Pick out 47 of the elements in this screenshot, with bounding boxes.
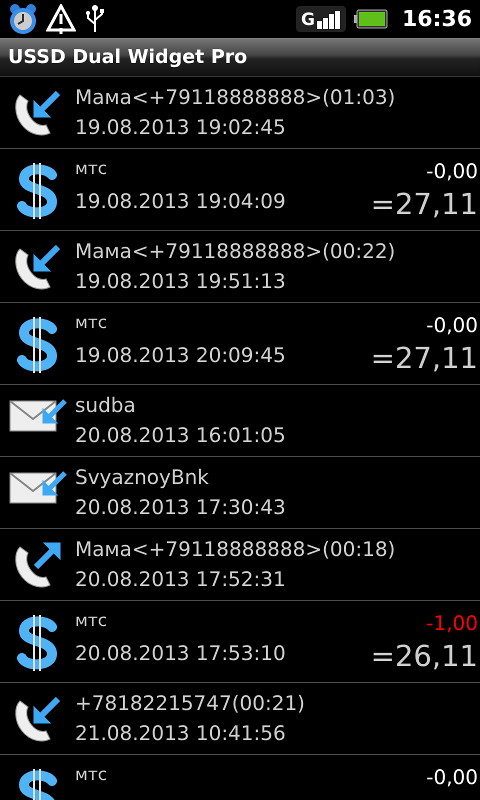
log-entry[interactable]: SvyaznoyBnk 20.08.2013 17:30:43 (0, 457, 480, 529)
battery-icon (354, 9, 388, 29)
balance-total: =27,11 (370, 187, 478, 221)
log-entry[interactable]: мтс 19.08.2013 20:09:45 -0,00 =27,11 (0, 303, 480, 385)
app-title: USSD Dual Widget Pro (8, 46, 248, 68)
entry-title: мтс (75, 313, 108, 333)
entry-title: мтс (75, 611, 108, 631)
entry-date: 20.08.2013 17:52:31 (75, 567, 287, 591)
balance-change: -0,00 (426, 159, 478, 183)
entry-date: 20.08.2013 17:53:10 (75, 641, 287, 665)
log-entry[interactable]: Мама<+79118888888>(01:03) 19.08.2013 19:02:45 (0, 77, 480, 149)
entry-title: Мама<+79118888888>(01:03) (75, 85, 396, 109)
entry-title: мтс (75, 159, 108, 179)
entry-date: 19.08.2013 19:51:13 (75, 269, 287, 293)
log-entry[interactable]: Мама<+79118888888>(00:18) 20.08.2013 17:52:31 (0, 529, 480, 601)
entry-date: 19.08.2013 19:04:09 (75, 189, 287, 213)
entry-title: Мама<+79118888888>(00:18) (75, 537, 396, 561)
entry-date: 19.08.2013 19:02:45 (75, 115, 287, 139)
entry-date: 21.08.2013 10:41:56 (75, 721, 287, 745)
log-entry[interactable]: мтс 20.08.2013 17:53:10 -1,00 =26,11 (0, 601, 480, 683)
log-entry[interactable]: мтс -0,00 (0, 755, 480, 800)
entry-title: +78182215747(00:21) (75, 691, 306, 715)
log-entry[interactable]: мтс 19.08.2013 19:04:09 -0,00 =27,11 (0, 149, 480, 231)
network-type: G (301, 12, 315, 29)
signal-bars-icon (316, 11, 341, 29)
alarm-clock-icon (8, 3, 38, 35)
dollar-icon (16, 315, 60, 375)
balance-change: -0,00 (426, 765, 478, 789)
clock-time: 16:36 (402, 6, 472, 32)
entry-date: 19.08.2013 20:09:45 (75, 343, 287, 367)
log-entry[interactable]: sudba 20.08.2013 16:01:05 (0, 385, 480, 457)
balance-total: =26,11 (370, 639, 478, 673)
balance-change: -1,00 (426, 611, 478, 635)
warning-icon (46, 4, 76, 34)
dollar-icon (16, 161, 60, 221)
log-entry[interactable]: +78182215747(00:21) 21.08.2013 10:41:56 (0, 683, 480, 755)
log-entry[interactable]: Мама<+79118888888>(00:22) 19.08.2013 19:51:13 (0, 231, 480, 303)
usb-icon (84, 4, 106, 34)
entry-date: 20.08.2013 16:01:05 (75, 423, 287, 447)
entry-title: Мама<+79118888888>(00:22) (75, 239, 396, 263)
balance-total: =27,11 (370, 341, 478, 375)
balance-change: -0,00 (426, 313, 478, 337)
entry-title: SvyaznoyBnk (75, 465, 210, 489)
entry-title: sudba (75, 393, 137, 417)
entry-title: мтс (75, 765, 108, 785)
dollar-icon (16, 613, 60, 673)
entry-date: 20.08.2013 17:30:43 (75, 495, 287, 519)
